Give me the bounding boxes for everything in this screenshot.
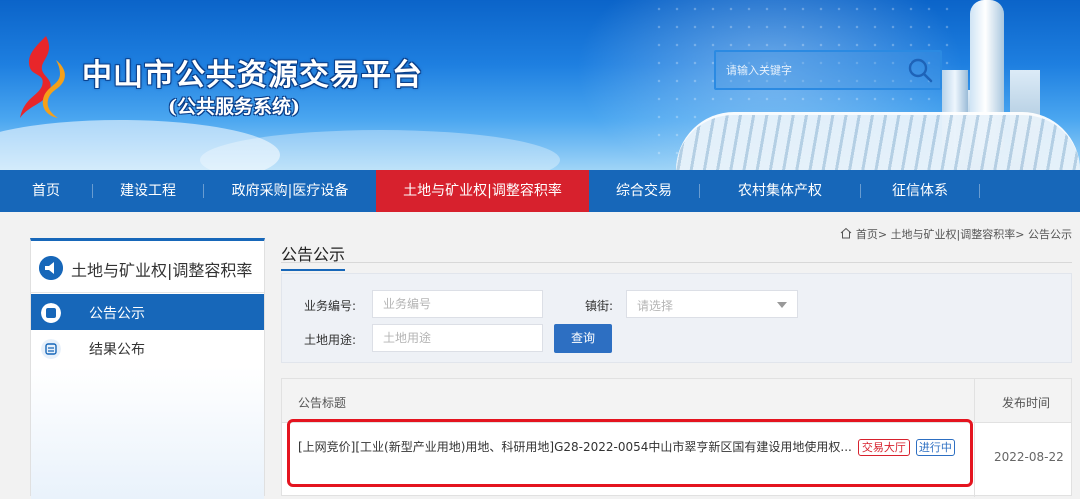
publish-date: 2022-08-22 (994, 450, 1064, 464)
nav-item-credit[interactable]: 征信体系 (861, 170, 979, 212)
sidebar-item-label: 公告公示 (89, 306, 145, 322)
nav-item-land-mining[interactable]: 土地与矿业权|调整容积率 (376, 170, 589, 212)
nav-item-rural-property[interactable]: 农村集体产权 (700, 170, 860, 212)
megaphone-icon (39, 256, 63, 280)
document-icon (41, 339, 61, 359)
table-header: 公告标题 发布时间 (282, 379, 1071, 423)
breadcrumb: 首页> 土地与矿业权|调整容积率> 公告公示 (840, 226, 1072, 242)
breadcrumb-home[interactable]: 首页 (856, 228, 878, 241)
announcement-icon (41, 303, 61, 323)
nav-item-home[interactable]: 首页 (0, 170, 92, 212)
search-icon[interactable] (906, 56, 934, 84)
chevron-down-icon (777, 302, 787, 308)
trading-hall-badge: 交易大厅 (857, 439, 910, 456)
sidebar-item-results[interactable]: 结果公布 (31, 330, 264, 366)
land-use-input[interactable] (372, 324, 543, 352)
sidebar-title: 土地与矿业权|调整容积率 (71, 261, 253, 280)
page-title: 公告公示 (281, 241, 346, 271)
business-no-label: 业务编号: (304, 299, 357, 313)
breadcrumb-section[interactable]: 土地与矿业权|调整容积率 (891, 228, 1016, 241)
site-title: 中山市公共资源交易平台 (82, 58, 423, 93)
breadcrumb-current: 公告公示 (1028, 228, 1072, 241)
nav-item-procurement[interactable]: 政府采购|医疗设备 (204, 170, 376, 212)
sidebar-item-announcements[interactable]: 公告公示 (31, 294, 264, 330)
search-box (714, 50, 942, 90)
home-icon (841, 227, 852, 239)
announcement-title-text[interactable]: [上网竞价][工业(新型产业用地)用地、科研用地]G28-2022-0054中山… (298, 440, 852, 454)
town-select-value: 请选择 (637, 299, 674, 313)
sidebar-background (31, 367, 264, 499)
nav-item-comprehensive[interactable]: 综合交易 (589, 170, 699, 212)
site-logo-icon (20, 36, 65, 118)
sidebar: 土地与矿业权|调整容积率 公告公示 结果公布 (30, 238, 265, 499)
status-badge: 进行中 (915, 439, 955, 456)
nav-item-construction[interactable]: 建设工程 (93, 170, 203, 212)
banner-stadium (676, 112, 1080, 170)
header-banner: 中山市公共资源交易平台 (公共服务系统) (0, 0, 1080, 170)
town-select[interactable]: 请选择 (626, 290, 798, 318)
search-input[interactable] (716, 52, 896, 88)
business-no-input[interactable] (372, 290, 543, 318)
land-use-label: 土地用途: (304, 333, 357, 347)
main-nav: 首页 建设工程 政府采购|医疗设备 土地与矿业权|调整容积率 综合交易 农村集体… (0, 170, 1080, 212)
breadcrumb-separator: > (1015, 228, 1025, 241)
sidebar-header: 土地与矿业权|调整容积率 (31, 241, 264, 293)
table-row[interactable]: [上网竞价][工业(新型产业用地)用地、科研用地]G28-2022-0054中山… (282, 423, 1071, 495)
filter-panel: 业务编号: 镇街: 请选择 土地用途: 查询 (281, 273, 1072, 363)
title-divider (281, 262, 1072, 263)
site-subtitle: (公共服务系统) (168, 96, 300, 118)
query-button[interactable]: 查询 (554, 324, 612, 353)
column-header-title: 公告标题 (298, 396, 347, 410)
sidebar-item-label: 结果公布 (89, 342, 145, 358)
breadcrumb-separator: > (877, 228, 888, 241)
announcement-title-link[interactable]: [上网竞价][工业(新型产业用地)用地、科研用地]G28-2022-0054中山… (298, 437, 960, 457)
announcement-table: 公告标题 发布时间 [上网竞价][工业(新型产业用地)用地、科研用地]G28-2… (281, 378, 1072, 497)
nav-divider (979, 184, 980, 198)
column-header-date: 发布时间 (1002, 396, 1051, 410)
town-label: 镇街: (585, 299, 614, 313)
